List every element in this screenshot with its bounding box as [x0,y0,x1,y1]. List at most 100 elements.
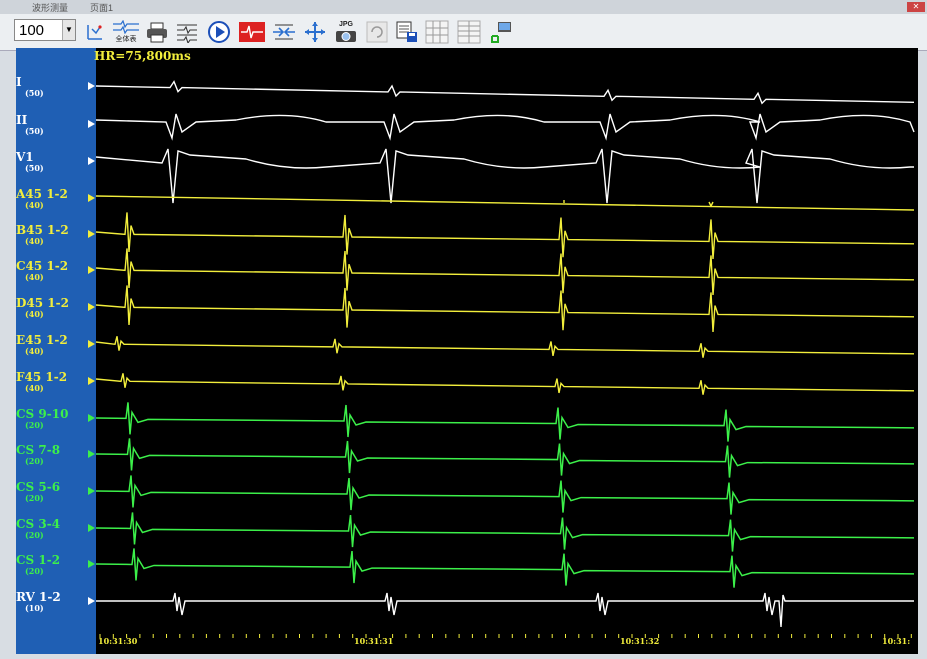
jpg-label: JPG [338,21,353,28]
fullbody-button[interactable]: 全体表 [110,19,142,45]
play-icon [208,21,230,43]
trace-e45-1-2 [95,336,915,358]
baseline-marker[interactable] [88,157,95,165]
channel-label: CS 7-8 (20) [16,443,94,466]
channel-label: A45 1-2 (40) [16,187,94,210]
save-button[interactable] [394,19,420,45]
refresh-button[interactable] [364,19,390,45]
channel-label: CS 1-2 (20) [16,553,94,576]
channel-gain: (50) [25,163,44,173]
channel-label: E45 1-2 (40) [16,333,94,356]
channel-label: II (50) [16,113,94,136]
table-button[interactable] [456,19,482,45]
channel-label: RV 1-2 (10) [16,590,94,613]
menu-item-page1[interactable]: 页面1 [90,1,113,14]
trace-cs-5-6 [95,475,915,515]
channel-name: B45 1-2 [16,223,69,237]
compare-arrows-icon [273,24,295,40]
channel-name: I [16,75,22,89]
baseline-marker[interactable] [88,303,95,311]
jpg-export-button[interactable]: JPG [333,19,359,45]
waveform-traces [95,80,915,638]
baseline-marker[interactable] [88,120,95,128]
fullbody-label: 全体表 [115,36,137,43]
baseline-marker[interactable] [88,560,95,568]
trace-d45-1-2 [95,285,915,333]
compare-button[interactable] [270,19,298,45]
ep-recording-window: 波形测量 页面1 ✕ 100 ▼ 全体表 JPG HR=75,800ms I (… [0,0,927,659]
channel-name: CS 5-6 [16,480,61,494]
channel-gain: (40) [25,236,44,246]
trace-v1 [95,148,914,204]
channel-gain: (50) [25,88,44,98]
move-button[interactable] [302,19,328,45]
channel-name: V1 [16,150,34,164]
channel-gain: (20) [25,456,44,466]
channel-name: C45 1-2 [16,259,69,273]
report-button[interactable] [424,19,450,45]
channel-gain: (20) [25,566,44,576]
channel-label: CS 9-10 (20) [16,407,94,430]
channel-name: E45 1-2 [16,333,68,347]
cursor-tool-button[interactable] [82,19,108,45]
multi-wave-icon [113,20,139,34]
trace-rv-1-2 [96,592,914,628]
baseline-marker[interactable] [88,194,95,202]
record-ecg-icon [239,22,265,42]
chevron-down-icon[interactable]: ▼ [62,20,75,40]
channel-name: RV 1-2 [16,590,61,604]
channel-label: CS 3-4 (20) [16,517,94,540]
network-button[interactable] [488,19,514,45]
baseline-marker[interactable] [88,524,95,532]
printer-icon [147,22,167,43]
channel-gain: (40) [25,309,44,319]
channel-label: B45 1-2 (40) [16,223,94,246]
channel-name: A45 1-2 [16,187,68,201]
channel-gain: (10) [25,603,44,613]
cursor-measure-icon [87,25,102,40]
baseline-marker[interactable] [88,340,95,348]
menu-bar: 波形测量 页面1 ✕ [0,0,927,14]
trace-a45-1-2 [95,195,915,211]
camera-icon [336,31,356,42]
trace-f45-1-2 [95,373,915,395]
print-button[interactable] [144,19,170,45]
channel-name: II [16,113,28,127]
wave-settings-button[interactable] [174,19,200,45]
channel-label: CS 5-6 (20) [16,480,94,503]
zoom-select[interactable]: 100 ▼ [14,19,76,41]
baseline-marker[interactable] [88,597,95,605]
zoom-value: 100 [19,22,45,39]
baseline-marker[interactable] [88,450,95,458]
waveform-panel: HR=75,800ms I (50) II (50) V1 (50) A45 1-2 (40)… [16,48,918,654]
channel-label: V1 (50) [16,150,94,173]
channel-label: F45 1-2 (40) [16,370,94,393]
channel-gain: (50) [25,126,44,136]
channel-gain: (40) [25,272,44,282]
channel-name: CS 7-8 [16,443,61,457]
close-icon[interactable]: ✕ [907,2,925,12]
trace-c45-1-2 [95,248,915,296]
time-axis-ticks [99,634,912,638]
trace-ii [95,113,915,141]
trace-cs-9-10 [95,402,915,442]
baseline-marker[interactable] [88,230,95,238]
channel-name: CS 9-10 [16,407,69,421]
baseline-marker[interactable] [88,266,95,274]
save-disk-icon [396,21,417,42]
channel-label: D45 1-2 (40) [16,296,94,319]
play-button[interactable] [206,19,232,45]
channel-label: I (50) [16,75,94,98]
channel-gain: (40) [25,346,44,356]
report-grid-icon [425,20,449,44]
baseline-marker[interactable] [88,377,95,385]
baseline-marker[interactable] [88,487,95,495]
baseline-marker[interactable] [88,414,95,422]
trace-cs-7-8 [95,438,915,478]
channel-label: C45 1-2 (40) [16,259,94,282]
time-label: 10:31:30 [98,636,138,646]
record-button[interactable] [238,19,266,45]
channel-name: CS 3-4 [16,517,61,531]
baseline-marker[interactable] [88,82,95,90]
menu-item-waveform-measure[interactable]: 波形测量 [32,1,68,14]
